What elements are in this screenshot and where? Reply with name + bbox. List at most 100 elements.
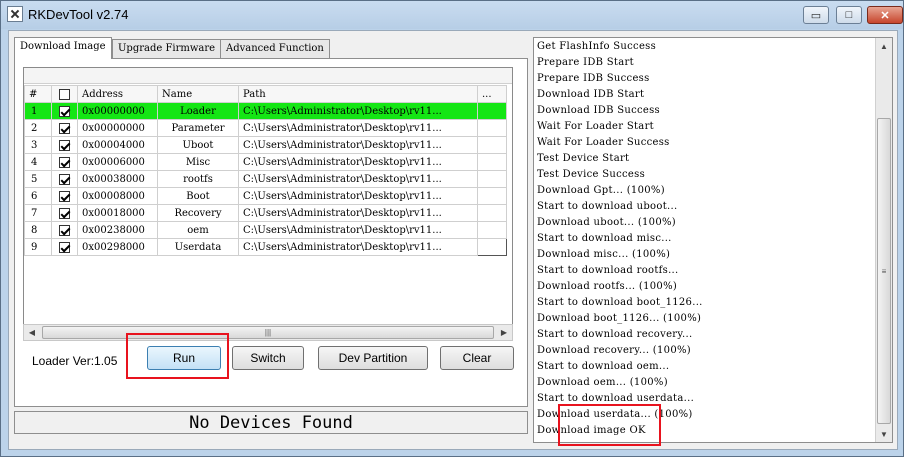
table-row[interactable]: 2 0x00000000 Parameter C:\Users\Administrat… <box>24 119 507 137</box>
row-path[interactable]: C:\Users\Administrator\Desktop\rv11... <box>238 153 478 171</box>
minimize-icon: ▭ <box>810 9 822 22</box>
row-checkbox-cell[interactable] <box>51 136 78 154</box>
row-checkbox[interactable] <box>59 173 70 185</box>
tab-upgrade-firmware[interactable]: Upgrade Firmware <box>112 39 222 58</box>
switch-button[interactable]: Switch <box>232 346 304 370</box>
tab-download-image[interactable]: Download Image <box>14 37 112 59</box>
title-bar[interactable]: RKDevTool v2.74 ▭ □ ✕ <box>1 1 903 29</box>
row-checkbox[interactable] <box>59 207 70 219</box>
row-checkbox-cell[interactable] <box>51 204 78 222</box>
table-row[interactable]: 1 0x00000000 Loader C:\Users\Administrator\… <box>24 102 507 120</box>
col-header-path[interactable]: Path <box>238 85 478 103</box>
log-line: Download rootfs... (100%) <box>537 281 678 292</box>
col-header-name[interactable]: Name <box>157 85 239 103</box>
row-address[interactable]: 0x00008000 <box>77 187 158 205</box>
log-text: Get FlashInfo Success Prepare IDB Start Pr… <box>537 39 873 439</box>
table-row[interactable]: 5 0x00038000 rootfs C:\Users\Administrator\… <box>24 170 507 188</box>
row-address[interactable]: 0x00018000 <box>77 204 158 222</box>
scrollbar-thumb[interactable]: ||| <box>42 326 494 339</box>
row-checkbox[interactable] <box>59 156 70 168</box>
row-path[interactable]: C:\Users\Administrator\Desktop\rv11... <box>238 136 478 154</box>
scroll-right-icon[interactable]: ▶ <box>496 325 512 340</box>
row-checkbox[interactable] <box>59 241 70 253</box>
row-address[interactable]: 0x00298000 <box>77 238 158 256</box>
col-header-index[interactable]: # <box>24 85 52 103</box>
row-name[interactable]: Userdata <box>157 238 239 256</box>
row-name[interactable]: Misc <box>157 153 239 171</box>
log-line: Download recovery... (100%) <box>537 345 691 356</box>
row-browse-button[interactable] <box>477 170 507 188</box>
scroll-down-icon[interactable]: ▼ <box>876 426 892 442</box>
row-path[interactable]: C:\Users\Administrator\Desktop\rv11... <box>238 102 478 120</box>
row-browse-button[interactable] <box>477 221 507 239</box>
row-checkbox-cell[interactable] <box>51 221 78 239</box>
log-line: Start to download recovery... <box>537 329 693 340</box>
row-browse-button[interactable] <box>477 187 507 205</box>
row-address[interactable]: 0x00038000 <box>77 170 158 188</box>
row-checkbox-cell[interactable] <box>51 187 78 205</box>
row-name[interactable]: Boot <box>157 187 239 205</box>
row-name[interactable]: Uboot <box>157 136 239 154</box>
row-address[interactable]: 0x00000000 <box>77 102 158 120</box>
row-path[interactable]: C:\Users\Administrator\Desktop\rv11... <box>238 221 478 239</box>
dev-partition-button[interactable]: Dev Partition <box>318 346 428 370</box>
col-header-address[interactable]: Address <box>77 85 158 103</box>
log-scrollbar-thumb[interactable]: ≡ <box>877 118 891 424</box>
row-index: 7 <box>24 204 52 222</box>
row-path[interactable]: C:\Users\Administrator\Desktop\rv11... <box>238 238 478 256</box>
row-browse-button[interactable] <box>477 153 507 171</box>
row-checkbox-cell[interactable] <box>51 170 78 188</box>
row-address[interactable]: 0x00006000 <box>77 153 158 171</box>
row-name[interactable]: Parameter <box>157 119 239 137</box>
row-path[interactable]: C:\Users\Administrator\Desktop\rv11... <box>238 204 478 222</box>
row-checkbox[interactable] <box>59 139 70 151</box>
log-vertical-scrollbar[interactable]: ▲ ≡ ▼ <box>875 38 892 442</box>
row-checkbox-cell[interactable] <box>51 153 78 171</box>
table-row[interactable]: 6 0x00008000 Boot C:\Users\Administrator\De… <box>24 187 507 205</box>
row-checkbox[interactable] <box>59 190 70 202</box>
table-row[interactable]: 7 0x00018000 Recovery C:\Users\Administrato… <box>24 204 507 222</box>
row-checkbox[interactable] <box>59 224 70 236</box>
row-address[interactable]: 0x00238000 <box>77 221 158 239</box>
row-browse-button[interactable] <box>477 102 507 120</box>
row-path[interactable]: C:\Users\Administrator\Desktop\rv11... <box>238 170 478 188</box>
row-address[interactable]: 0x00004000 <box>77 136 158 154</box>
table-row[interactable]: 3 0x00004000 Uboot C:\Users\Administrator\D… <box>24 136 507 154</box>
row-browse-button[interactable] <box>477 136 507 154</box>
row-checkbox-cell[interactable] <box>51 119 78 137</box>
row-index: 5 <box>24 170 52 188</box>
col-header-more[interactable]: ... <box>477 85 507 103</box>
table-row[interactable]: 8 0x00238000 oem C:\Users\Administrator\Des… <box>24 221 507 239</box>
row-browse-button[interactable] <box>477 119 507 137</box>
clear-button[interactable]: Clear <box>440 346 514 370</box>
maximize-button[interactable]: □ <box>836 6 862 24</box>
row-checkbox[interactable] <box>59 122 70 134</box>
row-address[interactable]: 0x00000000 <box>77 119 158 137</box>
row-checkbox-cell[interactable] <box>51 238 78 256</box>
row-checkbox-cell[interactable] <box>51 102 78 120</box>
select-all-checkbox[interactable] <box>59 88 70 100</box>
table-horizontal-scrollbar[interactable]: ◀ ||| ▶ <box>23 324 513 341</box>
row-name[interactable]: Recovery <box>157 204 239 222</box>
row-path[interactable]: C:\Users\Administrator\Desktop\rv11... <box>238 187 478 205</box>
table-row[interactable]: 4 0x00006000 Misc C:\Users\Administrator\De… <box>24 153 507 171</box>
log-line: Prepare IDB Success <box>537 73 650 84</box>
scroll-up-icon[interactable]: ▲ <box>876 38 892 54</box>
col-header-select-all[interactable] <box>51 85 78 103</box>
close-button[interactable]: ✕ <box>867 6 903 24</box>
maximize-icon: □ <box>845 9 853 21</box>
row-name[interactable]: oem <box>157 221 239 239</box>
log-line: Wait For Loader Success <box>537 137 670 148</box>
row-name[interactable]: rootfs <box>157 170 239 188</box>
scroll-left-icon[interactable]: ◀ <box>24 325 40 340</box>
row-checkbox[interactable] <box>59 105 70 117</box>
row-name[interactable]: Loader <box>157 102 239 120</box>
row-browse-button[interactable] <box>477 238 507 256</box>
log-line: Start to download oem... <box>537 361 670 372</box>
log-line: Test Device Success <box>537 169 645 180</box>
minimize-button[interactable]: ▭ <box>803 6 829 24</box>
table-row[interactable]: 9 0x00298000 Userdata C:\Users\Administrato… <box>24 238 507 256</box>
row-browse-button[interactable] <box>477 204 507 222</box>
row-path[interactable]: C:\Users\Administrator\Desktop\rv11... <box>238 119 478 137</box>
tab-advanced-function[interactable]: Advanced Function <box>220 39 330 58</box>
